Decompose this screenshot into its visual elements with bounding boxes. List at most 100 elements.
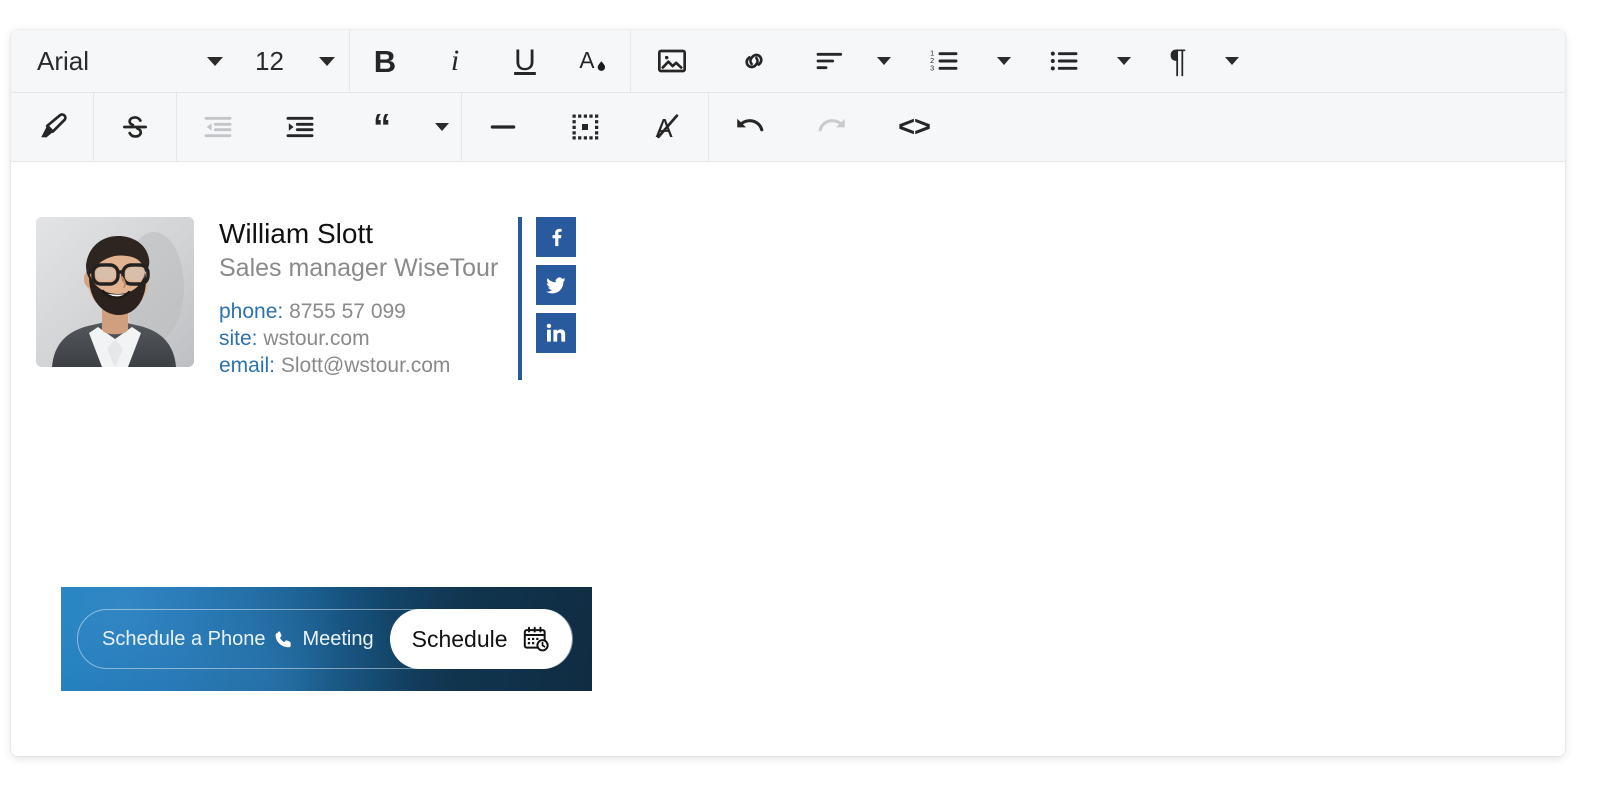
toolbar-group-history: <> [709, 93, 1565, 161]
svg-text:A: A [579, 47, 595, 73]
blockquote-icon: “ [373, 106, 391, 148]
signature-vertical-divider [518, 217, 522, 380]
outdent-button[interactable] [177, 93, 259, 161]
font-size-value: 12 [255, 45, 284, 76]
table-icon [572, 114, 599, 140]
toolbar-row-1: Arial 12 B i U A 1 2 3 ¶ [11, 30, 1565, 93]
schedule-button[interactable]: Schedule [389, 609, 572, 669]
chevron-down-icon [1117, 57, 1131, 65]
banner-text-before: Schedule a Phone [102, 627, 266, 650]
font-color-button[interactable]: A [560, 30, 630, 92]
undo-icon [737, 118, 764, 132]
link-icon [745, 53, 763, 69]
align-dropdown-button[interactable] [865, 30, 903, 92]
font-family-select[interactable]: Arial [11, 30, 241, 92]
schedule-banner[interactable]: Schedule a Phone Meeting Schedule [61, 587, 592, 691]
toolbar-group-strike [94, 93, 177, 161]
redo-button[interactable] [791, 93, 873, 161]
chevron-down-icon [435, 123, 449, 131]
app-root: Arial 12 B i U A 1 2 3 ¶ “ <> William Sl… [0, 0, 1600, 800]
contact-value-email: Slott@wstour.com [280, 353, 451, 377]
unordered-list-button[interactable] [1023, 30, 1105, 92]
toolbar-group-font: Arial 12 [11, 30, 350, 92]
chevron-down-icon [877, 57, 891, 65]
contact-label-email: email: [219, 353, 276, 377]
signature-role: Sales manager WiseTour [219, 254, 499, 283]
facebook-link[interactable] [536, 217, 576, 257]
contact-row-email: email: Slott@wstour.com [219, 353, 500, 380]
highlight-button[interactable] [11, 93, 93, 161]
toolbar-group-insert: 1 2 3 ¶ [631, 30, 1565, 92]
avatar [36, 217, 194, 367]
blockquote-dropdown-button[interactable] [423, 93, 461, 161]
contact-value-site: wstour.com [263, 326, 370, 350]
banner-text: Schedule a Phone Meeting [102, 628, 374, 651]
contact-label-phone: phone: [219, 300, 284, 324]
chevron-down-icon [997, 57, 1011, 65]
paragraph-button[interactable]: ¶ [1143, 30, 1213, 92]
ordered-list-dropdown-button[interactable] [985, 30, 1023, 92]
insert-image-button[interactable] [631, 30, 713, 92]
redo-icon [818, 118, 845, 132]
chevron-down-icon [319, 56, 335, 66]
bold-button[interactable]: B [350, 30, 420, 92]
align-button[interactable] [795, 30, 865, 92]
twitter-link[interactable] [536, 265, 576, 305]
phone-icon [276, 630, 292, 647]
toolbar-group-indent: “ [177, 93, 462, 161]
marker-icon [41, 113, 67, 138]
font-size-select[interactable]: 12 [241, 30, 349, 92]
contact-value-phone: 8755 57 099 [289, 300, 406, 324]
email-signature-block[interactable]: William Slott Sales manager WiseTour pho… [36, 217, 592, 691]
facebook-icon [552, 228, 562, 247]
underline-icon: U [514, 44, 536, 77]
unordered-list-icon [1050, 51, 1078, 71]
horizontal-rule-button[interactable] [462, 93, 544, 161]
italic-icon: i [450, 44, 460, 77]
ordered-list-button[interactable]: 1 2 3 [903, 30, 985, 92]
toolbar-row-2: “ <> [11, 93, 1565, 162]
toolbar-group-text-style: B i U A [350, 30, 631, 92]
signature-info: William Slott Sales manager WiseTour pho… [219, 217, 500, 380]
italic-button[interactable]: i [420, 30, 490, 92]
clear-format-icon: A [656, 114, 679, 143]
contact-row-phone: phone: 8755 57 099 [219, 299, 500, 326]
indent-button[interactable] [259, 93, 341, 161]
contact-label-site: site: [219, 326, 258, 350]
paragraph-icon: ¶ [1169, 43, 1187, 79]
schedule-button-label: Schedule [411, 625, 508, 652]
chevron-down-icon [207, 56, 223, 66]
strikethrough-button[interactable] [94, 93, 176, 161]
paragraph-dropdown-button[interactable] [1213, 30, 1251, 92]
insert-link-button[interactable] [713, 30, 795, 92]
linkedin-link[interactable] [536, 313, 576, 353]
editor-canvas[interactable]: William Slott Sales manager WiseTour pho… [11, 162, 1565, 756]
decrease-indent-icon [204, 116, 232, 138]
banner-text-after: Meeting [302, 627, 374, 650]
banner-pill: Schedule a Phone Meeting Schedule [77, 609, 573, 669]
twitter-icon [546, 277, 566, 294]
ordered-list-icon: 1 2 3 [930, 49, 958, 73]
table-button[interactable] [544, 93, 626, 161]
image-icon [658, 49, 686, 73]
source-code-icon: <> [898, 110, 931, 143]
signature-top-row: William Slott Sales manager WiseTour pho… [36, 217, 576, 380]
calendar-clock-icon [523, 626, 549, 652]
avatar-photo [36, 217, 194, 367]
clear-format-button[interactable]: A [626, 93, 708, 161]
editor-card: Arial 12 B i U A 1 2 3 ¶ “ <> William Sl… [11, 30, 1565, 756]
increase-indent-icon [286, 116, 314, 138]
font-family-value: Arial [37, 45, 90, 76]
toolbar-group-insert-2: A [462, 93, 709, 161]
contact-row-site: site: wstour.com [219, 326, 500, 353]
linkedin-icon [546, 323, 566, 342]
unordered-list-dropdown-button[interactable] [1105, 30, 1143, 92]
toolbar-group-highlight [11, 93, 94, 161]
signature-name: William Slott [219, 218, 374, 249]
blockquote-button[interactable]: “ [341, 93, 423, 161]
chevron-down-icon [1225, 57, 1239, 65]
source-code-button[interactable]: <> [873, 93, 955, 161]
signature-social-links [536, 217, 576, 353]
undo-button[interactable] [709, 93, 791, 161]
underline-button[interactable]: U [490, 30, 560, 92]
